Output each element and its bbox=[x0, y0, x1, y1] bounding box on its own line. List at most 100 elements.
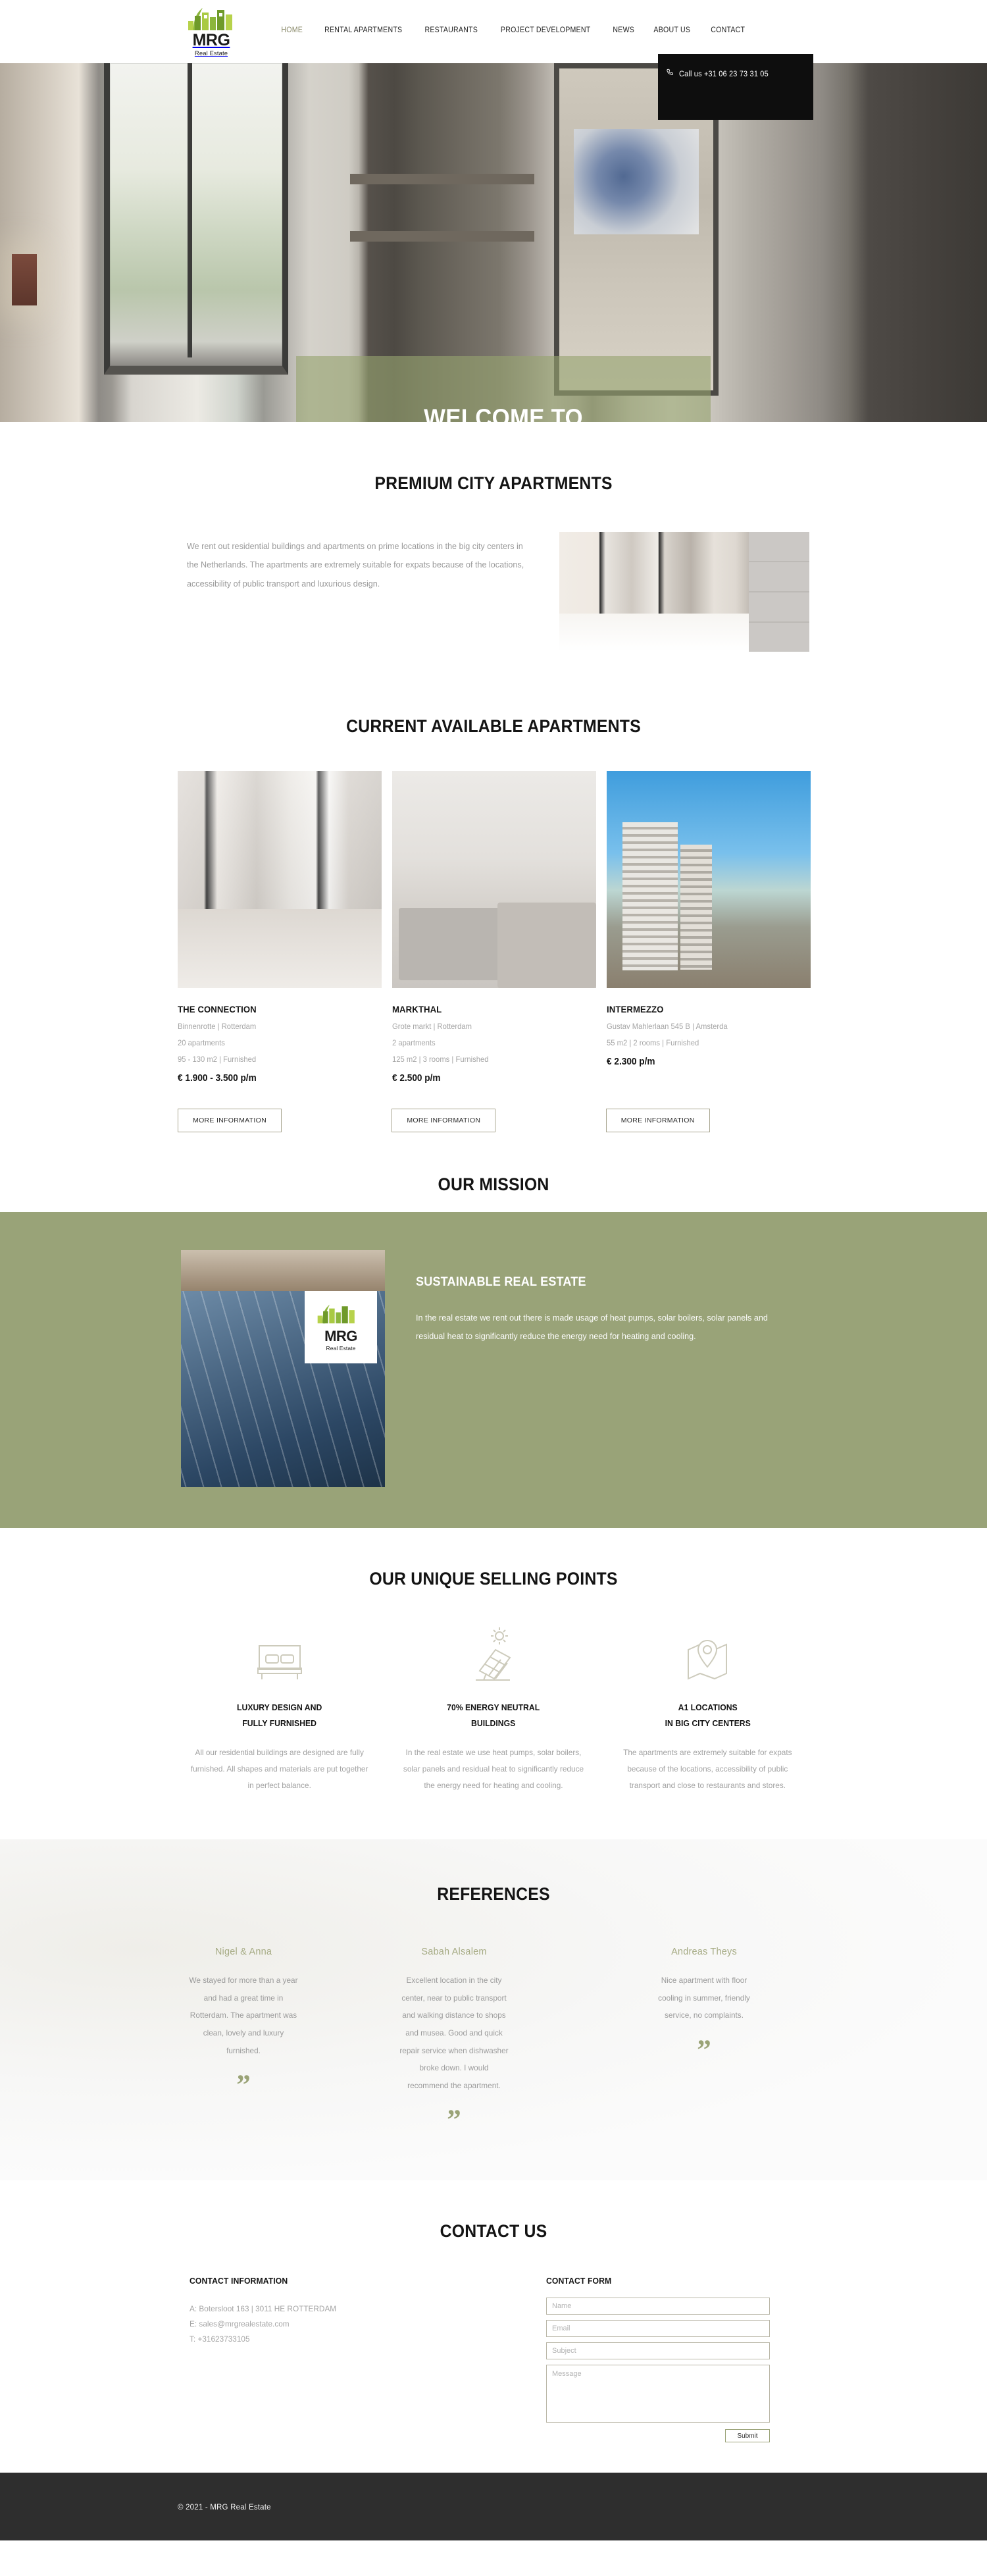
available-section-title: CURRENT AVAILABLE APARTMENTS bbox=[346, 716, 641, 736]
mission-band: MRG Real Estate SUSTAINABLE REAL ESTATE … bbox=[0, 1212, 987, 1528]
hero-wall-lamp bbox=[12, 254, 37, 305]
solar-panel-icon bbox=[392, 1626, 595, 1683]
hero-wall-art bbox=[574, 129, 699, 234]
mission-logo-badge: MRG Real Estate bbox=[305, 1291, 377, 1363]
apartment-card[interactable]: INTERMEZZO Gustav Mahlerlaan 545 B | Ams… bbox=[607, 771, 811, 1084]
apartment-units: 20 apartments bbox=[178, 1039, 225, 1047]
reference-item: Nigel & Anna We stayed for more than a y… bbox=[138, 1947, 349, 2134]
usp-item: LUXURY DESIGN AND FULLY FURNISHED All ou… bbox=[178, 1626, 381, 1793]
apartment-price: € 1.900 - 3.500 p/m bbox=[178, 1073, 257, 1084]
hero-shelf-bottom bbox=[350, 231, 534, 242]
usp-section-title: OUR UNIQUE SELLING POINTS bbox=[369, 1569, 618, 1589]
hero-content-card: WELCOME TO MRG REAL ESTATE MRG Real Esta… bbox=[296, 356, 711, 422]
apartment-card[interactable]: THE CONNECTION Binnenrotte | Rotterdam 2… bbox=[178, 771, 382, 1084]
reference-author: Nigel & Anna bbox=[215, 1947, 272, 1958]
nav-item-contact[interactable]: CONTACT bbox=[703, 26, 753, 34]
premium-image-column bbox=[526, 532, 809, 652]
apartment-card-list: THE CONNECTION Binnenrotte | Rotterdam 2… bbox=[178, 771, 811, 1084]
apartment-name: THE CONNECTION bbox=[178, 1004, 257, 1014]
available-apartments-section: CURRENT AVAILABLE APARTMENTS THE CONNECT… bbox=[0, 675, 987, 1139]
submit-button[interactable]: Submit bbox=[725, 2429, 770, 2443]
site-header: MRG Real Estate HOME RENTAL APARTMENTS R… bbox=[0, 0, 987, 120]
apartment-location: Grote markt | Rotterdam bbox=[392, 1022, 472, 1031]
apartment-name: MARKTHAL bbox=[392, 1004, 442, 1014]
usp-item: A1 LOCATIONS IN BIG CITY CENTERS The apa… bbox=[606, 1626, 809, 1793]
usp-list: LUXURY DESIGN AND FULLY FURNISHED All ou… bbox=[178, 1626, 809, 1793]
name-input[interactable] bbox=[546, 2298, 770, 2315]
reference-author: Sabah Alsalem bbox=[421, 1947, 487, 1958]
nav-item-rental-apartments[interactable]: RENTAL APARTMENTS bbox=[316, 26, 410, 34]
logo-subtitle: Real Estate bbox=[326, 1344, 356, 1352]
quote-mark-icon: ” bbox=[447, 2105, 461, 2136]
site-logo[interactable]: MRG Real Estate bbox=[182, 1, 241, 62]
contact-section-title: CONTACT US bbox=[440, 2221, 547, 2242]
mrg-logo-icon bbox=[316, 1303, 365, 1328]
apartment-price: € 2.500 p/m bbox=[392, 1073, 441, 1084]
contact-section: CONTACT US CONTACT INFORMATION A: Boters… bbox=[0, 2180, 987, 2473]
usp-heading: LUXURY DESIGN AND FULLY FURNISHED bbox=[184, 1700, 375, 1731]
hero-shelf-top bbox=[350, 174, 534, 184]
usp-heading-line-1: 70% ENERGY NEUTRAL bbox=[447, 1702, 540, 1712]
mission-text-column: SUSTAINABLE REAL ESTATE In the real esta… bbox=[395, 1250, 790, 1346]
premium-city-apartments-section: PREMIUM CITY APARTMENTS We rent out resi… bbox=[0, 422, 987, 675]
nav-item-restaurants[interactable]: RESTAURANTS bbox=[417, 26, 485, 34]
usp-item: 70% ENERGY NEUTRAL BUILDINGS In the real… bbox=[392, 1626, 595, 1793]
mrg-logo-icon bbox=[187, 7, 236, 32]
apartment-image bbox=[607, 771, 811, 988]
hero-title: WELCOME TO MRG REAL ESTATE bbox=[343, 402, 664, 422]
call-us-banner[interactable]: Call us +31 06 23 73 31 05 bbox=[658, 54, 813, 120]
our-mission-heading-section: OUR MISSION bbox=[0, 1139, 987, 1212]
premium-paragraph: We rent out residential buildings and ap… bbox=[187, 542, 524, 589]
phone-icon bbox=[666, 68, 674, 80]
contact-information-heading: CONTACT INFORMATION bbox=[190, 2276, 288, 2286]
contact-form-block: CONTACT FORM Submit bbox=[546, 2276, 809, 2443]
logo-subtitle: Real Estate bbox=[194, 49, 228, 57]
contact-email[interactable]: E: sales@mrgrealestate.com bbox=[190, 2317, 546, 2332]
usp-heading-line-2: IN BIG CITY CENTERS bbox=[665, 1718, 751, 1729]
mission-section-title: OUR MISSION bbox=[438, 1174, 549, 1194]
reference-quote: Excellent location in the city center, n… bbox=[399, 1976, 509, 2090]
apartment-location: Binnenrotte | Rotterdam bbox=[178, 1022, 257, 1031]
apartment-image bbox=[178, 771, 382, 988]
usp-heading-line-1: LUXURY DESIGN AND bbox=[237, 1702, 322, 1712]
reference-list: Nigel & Anna We stayed for more than a y… bbox=[178, 1947, 809, 2134]
reference-quote: Nice apartment with floor cooling in sum… bbox=[658, 1976, 750, 2020]
nav-item-home[interactable]: HOME bbox=[273, 26, 311, 34]
reference-item: Andreas Theys Nice apartment with floor … bbox=[599, 1947, 809, 2134]
usp-heading-line-2: FULLY FURNISHED bbox=[242, 1718, 317, 1729]
contact-form: Submit bbox=[546, 2298, 809, 2443]
nav-item-about-us[interactable]: ABOUT US bbox=[646, 26, 699, 34]
mission-image-column: MRG Real Estate bbox=[178, 1250, 395, 1487]
nav-item-project-development[interactable]: PROJECT DEVELOPMENT bbox=[493, 26, 598, 34]
premium-text-column: We rent out residential buildings and ap… bbox=[178, 532, 526, 593]
main-navigation: HOME RENTAL APARTMENTS RESTAURANTS PROJE… bbox=[272, 26, 755, 34]
more-information-button[interactable]: MORE INFORMATION bbox=[392, 1109, 496, 1132]
logo-wordmark: MRG bbox=[192, 30, 230, 49]
usp-heading: 70% ENERGY NEUTRAL BUILDINGS bbox=[398, 1700, 590, 1731]
apartment-location: Gustav Mahlerlaan 545 B | Amsterda bbox=[607, 1022, 728, 1031]
subject-input[interactable] bbox=[546, 2342, 770, 2360]
nav-item-news[interactable]: NEWS bbox=[605, 26, 642, 34]
contact-form-heading: CONTACT FORM bbox=[546, 2276, 612, 2286]
apartment-card[interactable]: MARKTHAL Grote markt | Rotterdam 2 apart… bbox=[392, 771, 596, 1084]
apartment-price: € 2.300 p/m bbox=[607, 1057, 655, 1067]
more-information-button[interactable]: MORE INFORMATION bbox=[178, 1109, 282, 1132]
premium-bedroom-image bbox=[559, 532, 809, 652]
email-input[interactable] bbox=[546, 2320, 770, 2338]
apartment-image bbox=[392, 771, 596, 988]
mission-paragraph: In the real estate we rent out there is … bbox=[416, 1313, 768, 1341]
usp-text: The apartments are extremely suitable fo… bbox=[623, 1748, 792, 1790]
premium-section-title: PREMIUM CITY APARTMENTS bbox=[374, 473, 613, 493]
mission-heading: SUSTAINABLE REAL ESTATE bbox=[416, 1275, 586, 1289]
apartment-name: INTERMEZZO bbox=[607, 1004, 664, 1014]
usp-heading: A1 LOCATIONS IN BIG CITY CENTERS bbox=[612, 1700, 803, 1731]
references-section-title: REFERENCES bbox=[437, 1884, 550, 1905]
message-textarea[interactable] bbox=[546, 2365, 770, 2423]
contact-information-block: CONTACT INFORMATION A: Botersloot 163 | … bbox=[178, 2276, 546, 2442]
unique-selling-points-section: OUR UNIQUE SELLING POINTS LUXURY DESIGN … bbox=[0, 1528, 987, 1840]
more-information-button[interactable]: MORE INFORMATION bbox=[605, 1109, 710, 1132]
contact-telephone[interactable]: T: +31623733105 bbox=[190, 2332, 546, 2347]
apartment-specs: 95 - 130 m2 | Furnished bbox=[178, 1055, 257, 1064]
mission-solar-panel-image: MRG Real Estate bbox=[181, 1250, 385, 1487]
reference-quote: We stayed for more than a year and had a… bbox=[189, 1976, 298, 2055]
